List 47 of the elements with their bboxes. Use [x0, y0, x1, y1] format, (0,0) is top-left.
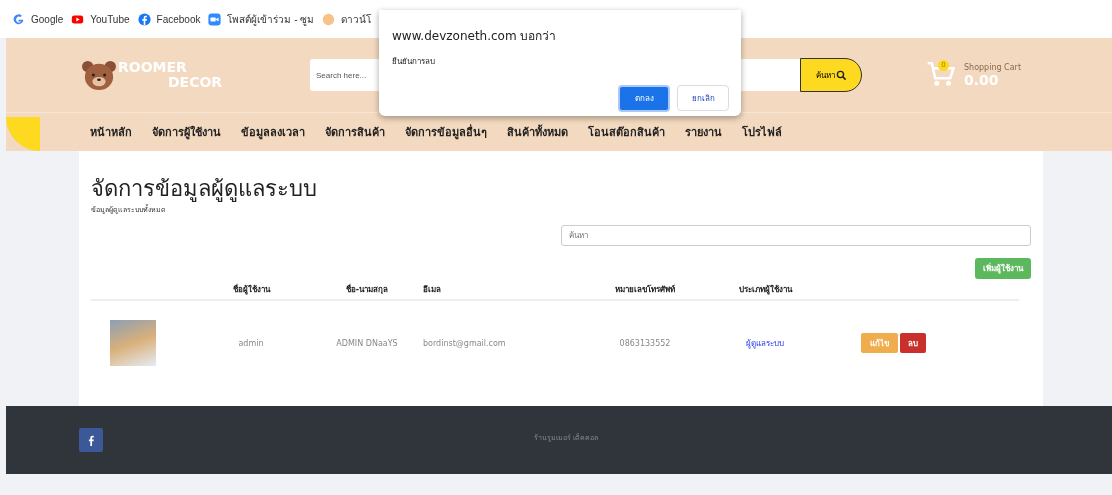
nav-link[interactable]: จัดการข้อมูลอื่นๆ [405, 123, 487, 141]
nav-link[interactable]: จัดการสินค้า [325, 123, 385, 141]
logo-text: ROOMER [118, 60, 188, 75]
play-icon [71, 12, 85, 26]
search-button[interactable]: ค้นหา [800, 58, 862, 92]
table-cell-text: bordinst@gmail.com [423, 338, 507, 348]
dialog-title: www.devzoneth.com บอกว่า [392, 28, 558, 45]
column-header: ประเภทผู้ใช้งาน [737, 283, 793, 296]
nav-link[interactable]: จัดการผู้ใช้งาน [152, 123, 221, 141]
google-g-icon [12, 12, 25, 26]
nav-link[interactable]: สินค้าทั้งหมด [507, 123, 568, 141]
facebook-icon [137, 12, 151, 26]
bear-logo-icon [80, 59, 118, 91]
nav-link[interactable]: โอนสต๊อกสินค้า [588, 123, 665, 141]
nav-link[interactable]: ข้อมูลลงเวลา [241, 123, 305, 141]
bookmark[interactable]: Facebook [137, 12, 201, 26]
ok-button[interactable]: ตกลง [618, 85, 670, 112]
delete-button[interactable]: ลบ [900, 333, 926, 353]
nav-link[interactable]: รายงาน [685, 123, 722, 141]
column-header: อีเมล [423, 283, 442, 296]
search-icon [835, 69, 847, 81]
bookmark[interactable]: YouTube [71, 12, 130, 26]
facebook-f-icon [87, 434, 95, 446]
table-cell-text: admin [237, 338, 265, 348]
cancel-button[interactable]: ยกเลิก [677, 85, 729, 111]
column-header: หมายเลขโทรศัพท์ [614, 283, 676, 296]
photo-placeholder [110, 320, 156, 366]
search-field[interactable]: ค้นหา [561, 225, 1031, 246]
page-title: จัดการข้อมูลผู้ดูแลระบบ [91, 175, 318, 203]
circle-icon [322, 12, 336, 26]
video-camera-icon [208, 12, 222, 26]
column-header: ชื่อ-นามสกุล [344, 283, 390, 296]
facebook-button[interactable] [79, 428, 103, 452]
bookmark[interactable]: ดาวน์โ [322, 11, 372, 27]
table-cell-text: 0863133552 [618, 338, 672, 348]
table-cell-text: ADMIN DNaaYS [335, 338, 399, 348]
cart-label: Shopping Cart [964, 62, 1022, 72]
dialog-message: ยืนยันการลบ [392, 56, 436, 68]
column-header: ชื่อผู้ใช้งาน [231, 283, 271, 296]
logo-text: DECOR [167, 75, 223, 90]
table-cell-text: ผู้ดูแลระบบ [745, 337, 785, 350]
decorative-swoosh [6, 117, 40, 151]
bookmark[interactable]: โพสต์ผู้เข้าร่วม - ซูม [208, 11, 315, 27]
nav-link[interactable]: โปรไฟล์ [742, 123, 782, 141]
nav-link[interactable]: หน้าหลัก [90, 123, 132, 141]
cart-total: 0.00 [964, 71, 999, 88]
bookmark[interactable]: Google [12, 12, 64, 26]
